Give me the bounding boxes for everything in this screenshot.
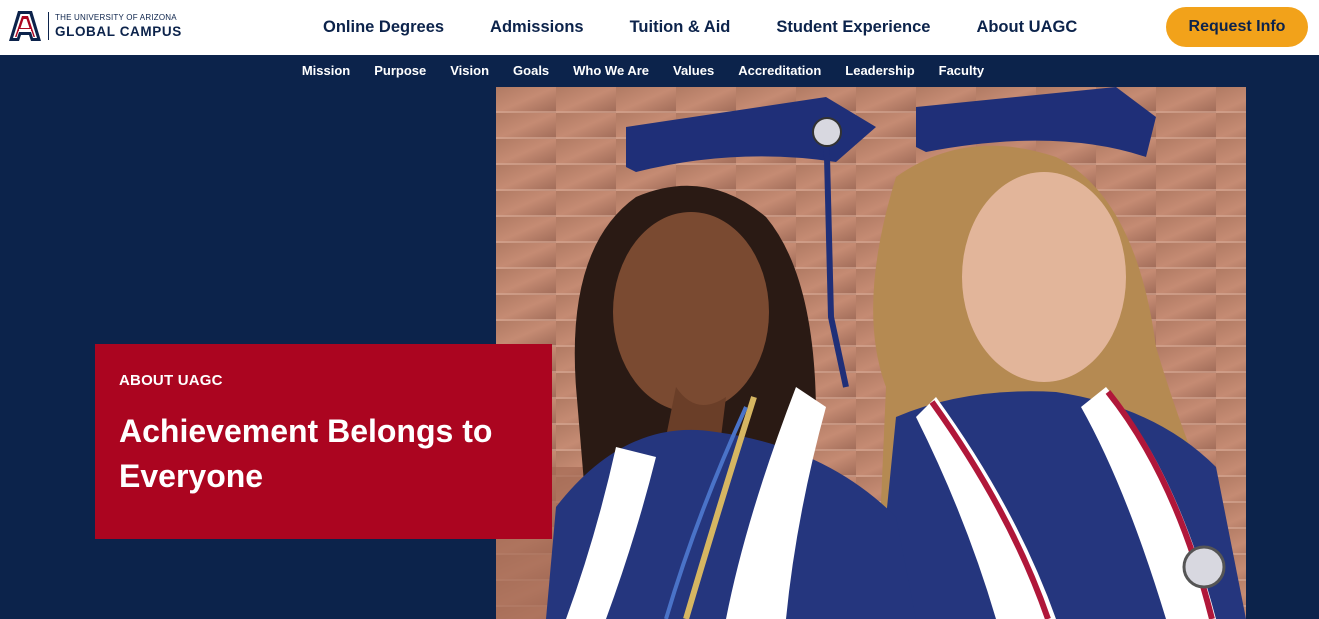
subnav-mission[interactable]: Mission xyxy=(290,63,362,78)
logo-wordmark: THE UNIVERSITY OF ARIZONA GLOBAL CAMPUS xyxy=(55,12,182,39)
hero-card: ABOUT UAGC Achievement Belongs to Everyo… xyxy=(95,344,552,539)
nav-online-degrees[interactable]: Online Degrees xyxy=(300,18,467,37)
nav-about-uagc[interactable]: About UAGC xyxy=(953,18,1100,37)
site-header: THE UNIVERSITY OF ARIZONA GLOBAL CAMPUS … xyxy=(0,0,1319,55)
arizona-a-icon xyxy=(9,11,41,41)
graduates-hero-image xyxy=(496,87,1246,619)
logo-divider xyxy=(48,12,49,40)
nav-tuition-aid[interactable]: Tuition & Aid xyxy=(607,18,754,37)
nav-student-experience[interactable]: Student Experience xyxy=(753,18,953,37)
subnav-who-we-are[interactable]: Who We Are xyxy=(561,63,661,78)
subnav-purpose[interactable]: Purpose xyxy=(362,63,438,78)
subnav-faculty[interactable]: Faculty xyxy=(927,63,997,78)
hero-eyebrow: ABOUT UAGC xyxy=(119,372,223,389)
subnav-vision[interactable]: Vision xyxy=(438,63,501,78)
subnav-goals[interactable]: Goals xyxy=(501,63,561,78)
graduates-illustration xyxy=(496,87,1246,619)
subnav-values[interactable]: Values xyxy=(661,63,726,78)
logo-university-text: THE UNIVERSITY OF ARIZONA xyxy=(55,12,177,22)
uagc-logo[interactable]: THE UNIVERSITY OF ARIZONA GLOBAL CAMPUS xyxy=(8,9,182,43)
subnav-accreditation[interactable]: Accreditation xyxy=(726,63,833,78)
logo-campus-text: GLOBAL CAMPUS xyxy=(55,23,182,39)
main-nav: Online Degrees Admissions Tuition & Aid … xyxy=(300,0,1100,55)
request-info-button[interactable]: Request Info xyxy=(1166,7,1308,47)
sub-nav-links: Mission Purpose Vision Goals Who We Are … xyxy=(290,63,996,78)
about-sub-nav: Mission Purpose Vision Goals Who We Are … xyxy=(0,55,1319,86)
hero-headline: Achievement Belongs to Everyone xyxy=(119,413,493,494)
nav-admissions[interactable]: Admissions xyxy=(467,18,607,37)
subnav-leadership[interactable]: Leadership xyxy=(833,63,926,78)
